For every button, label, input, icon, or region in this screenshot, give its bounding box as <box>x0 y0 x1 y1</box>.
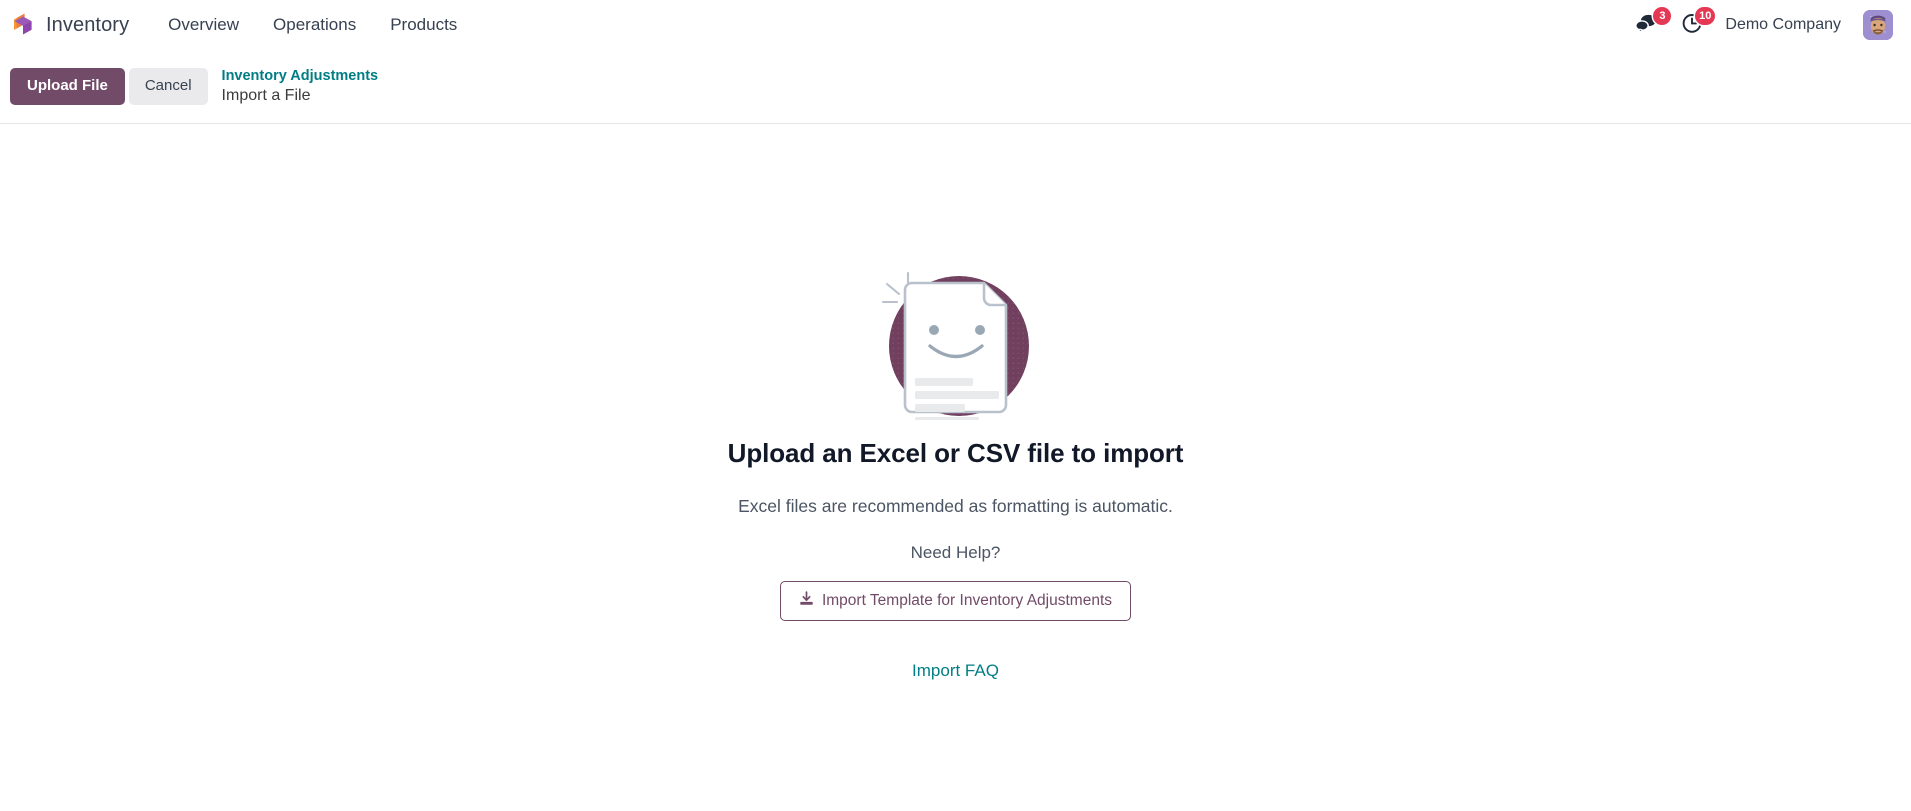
messages-badge-count: 3 <box>1653 7 1672 25</box>
main-nav-menu: Overview Operations Products <box>151 9 474 41</box>
breadcrumb-parent-link[interactable]: Inventory Adjustments <box>222 67 379 85</box>
messages-button[interactable]: 3 <box>1635 7 1672 40</box>
brand-group: Inventory <box>10 12 129 38</box>
nav-item-overview[interactable]: Overview <box>151 9 256 41</box>
control-panel: Upload File Cancel Inventory Adjustments… <box>0 50 1911 124</box>
page-subtitle: Excel files are recommended as formattin… <box>738 496 1173 516</box>
cube-logo-icon[interactable] <box>10 12 36 38</box>
control-panel-buttons: Upload File Cancel <box>10 68 208 105</box>
user-avatar[interactable] <box>1863 10 1893 40</box>
import-empty-state: Upload an Excel or CSV file to import Ex… <box>0 124 1911 810</box>
breadcrumb-current-page: Import a File <box>221 86 311 104</box>
activities-button[interactable]: 10 <box>1681 7 1716 40</box>
upload-file-button[interactable]: Upload File <box>10 68 125 105</box>
download-icon <box>799 591 814 611</box>
breadcrumb: Inventory Adjustments Import a File <box>222 67 379 105</box>
import-faq-link[interactable]: Import FAQ <box>912 661 999 681</box>
smiling-document-illustration <box>867 242 1045 425</box>
nav-item-products[interactable]: Products <box>373 9 474 41</box>
nav-item-operations[interactable]: Operations <box>256 9 373 41</box>
need-help-label: Need Help? <box>910 543 1001 562</box>
import-template-button[interactable]: Import Template for Inventory Adjustment… <box>779 581 1132 621</box>
page-title: Upload an Excel or CSV file to import <box>727 438 1184 468</box>
company-switcher[interactable]: Demo Company <box>1725 16 1841 34</box>
app-name[interactable]: Inventory <box>46 14 129 37</box>
top-navbar: Inventory Overview Operations Products 3 <box>0 0 1911 50</box>
cancel-button[interactable]: Cancel <box>128 68 208 105</box>
navbar-right-group: 3 10 Demo Company <box>1635 7 1893 40</box>
activities-badge-count: 10 <box>1695 7 1716 25</box>
import-template-label: Import Template for Inventory Adjustment… <box>821 592 1113 609</box>
